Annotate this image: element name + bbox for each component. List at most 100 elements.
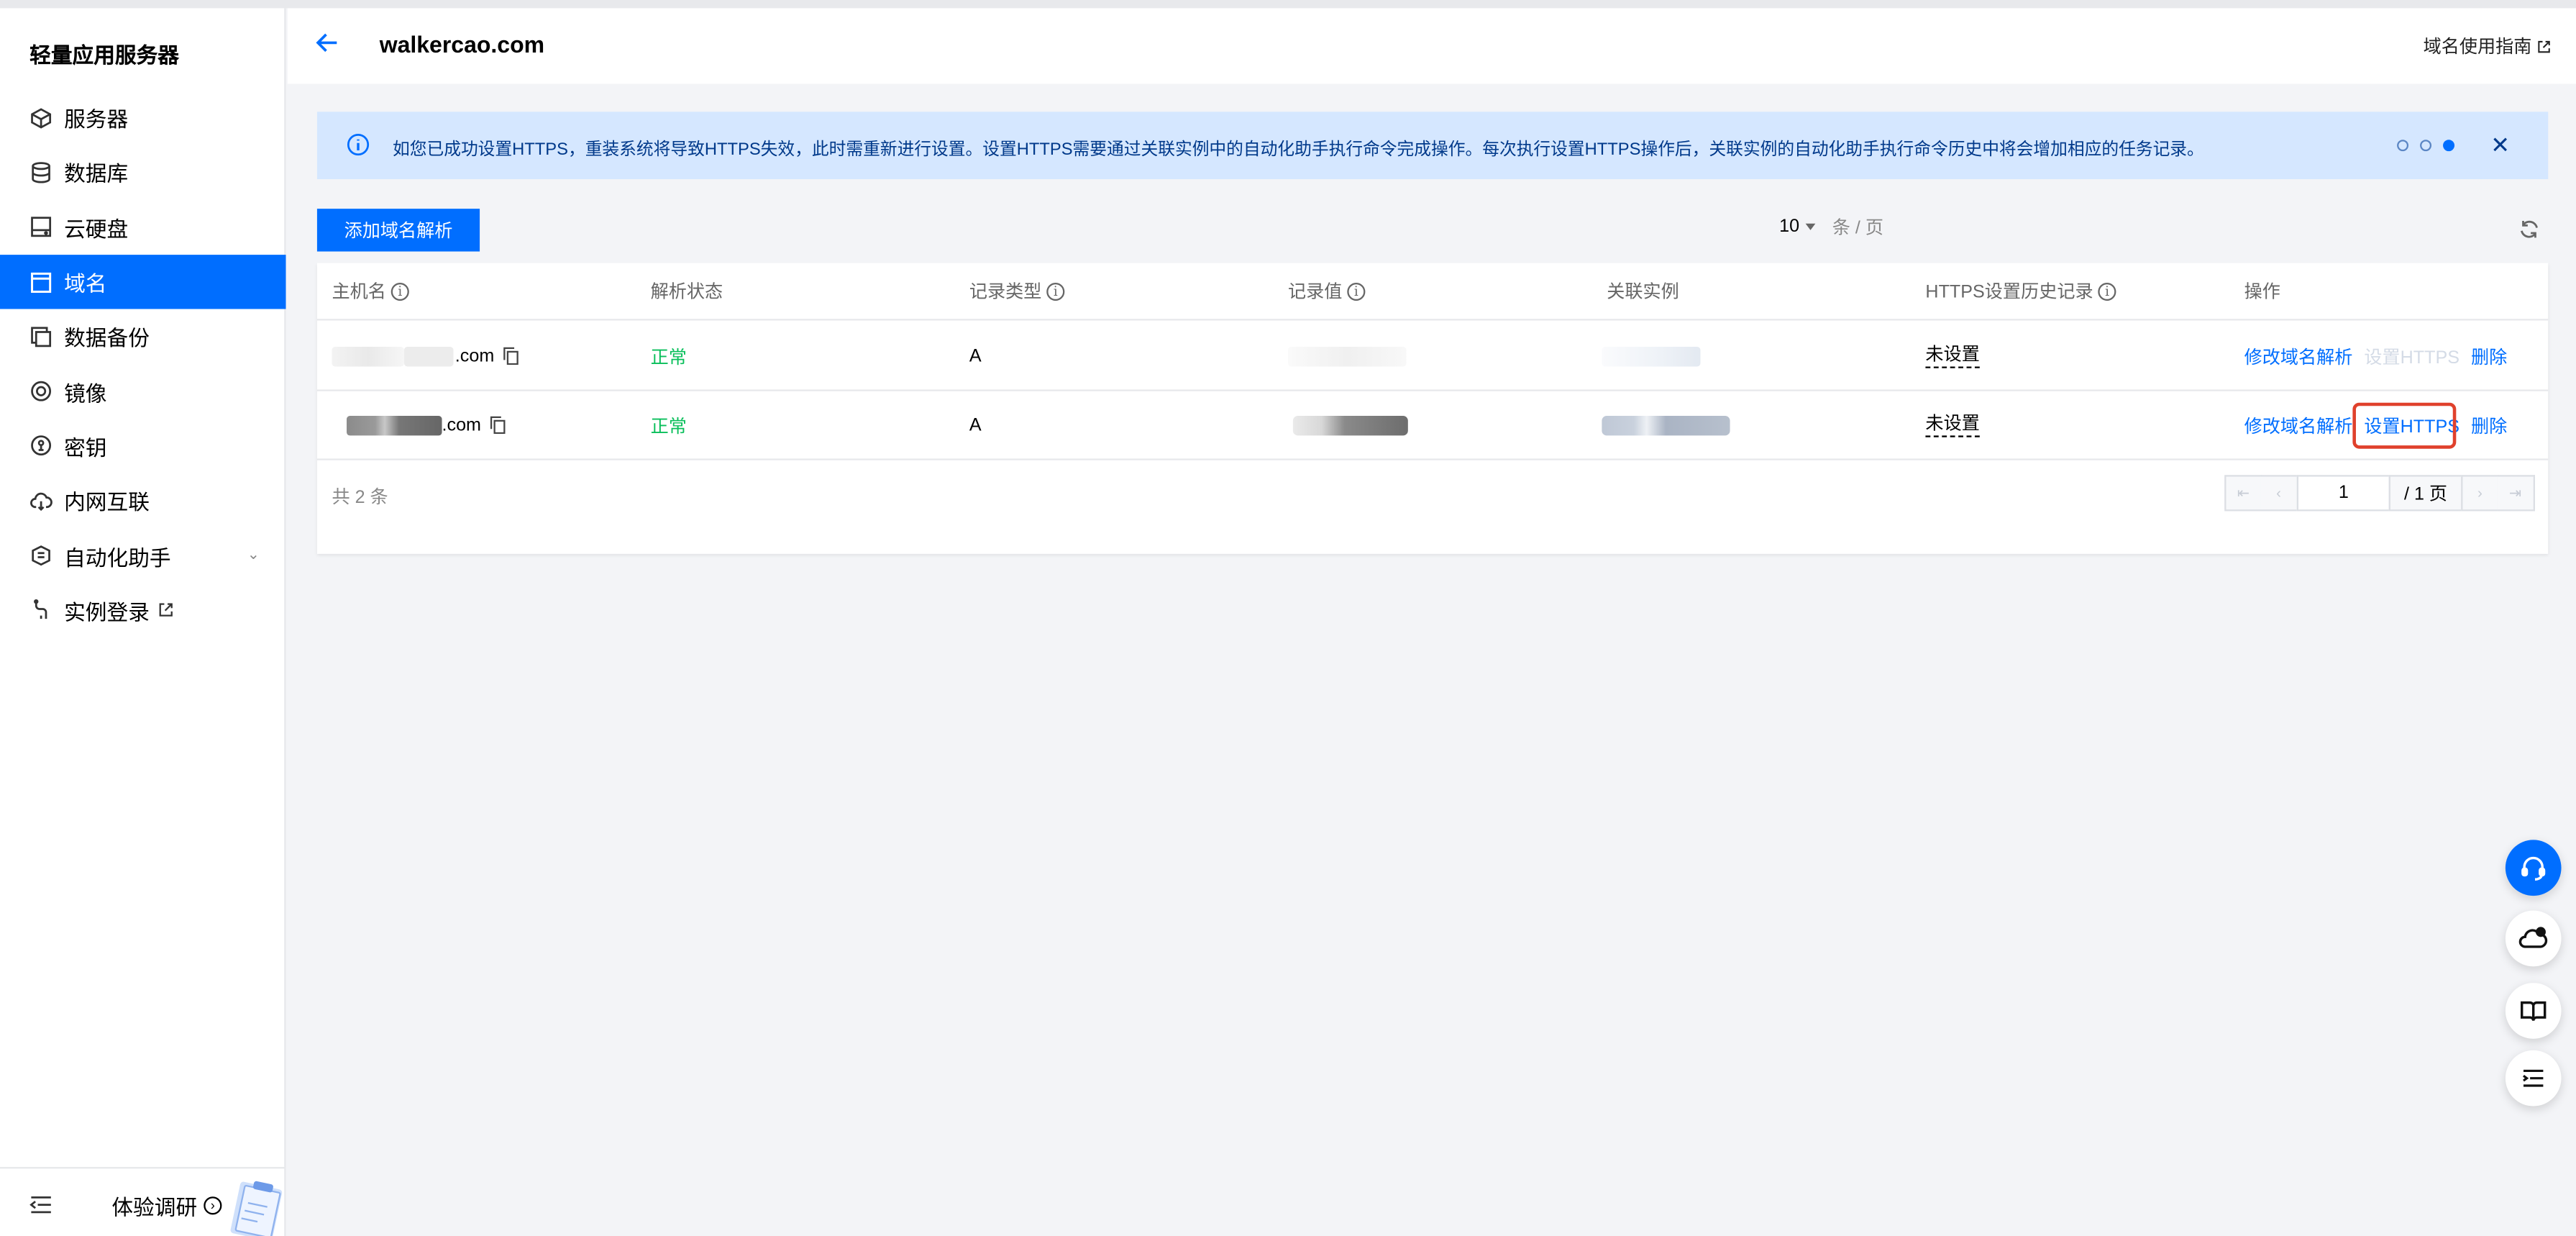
key-icon [29, 435, 52, 458]
cloud-notification-button[interactable] [2505, 910, 2562, 967]
sidebar-item-label: 镜像 [64, 381, 107, 406]
type-cell: A [969, 345, 982, 366]
alert-message: 如您已成功设置HTTPS，重装系统将导致HTTPS失效，此时需重新进行设置。设置… [392, 141, 2204, 160]
info-icon[interactable]: i [1046, 281, 1065, 300]
sidebar-item-automation[interactable]: 自动化助手 ⌄ [0, 528, 286, 583]
col-header-instance: 关联实例 [1607, 282, 1679, 303]
page-title: walkercao.com [379, 31, 545, 58]
external-link-icon [157, 602, 174, 619]
sidebar-item-label: 内网互联 [64, 490, 150, 515]
total-count: 共 2 条 [332, 488, 388, 508]
per-page-label: 条 / 页 [1832, 218, 1884, 239]
instance-cell [1602, 322, 1701, 390]
sidebar-item-instance-login[interactable]: 实例登录 [0, 583, 286, 637]
sidebar-nav: 服务器 数据库 云硬盘 域名 数据备份 镜像 密钥 内网互联 自动化助手 ⌄ 实… [0, 91, 286, 638]
sidebar-item-key[interactable]: 密钥 [0, 419, 286, 473]
sidebar-item-label: 服务器 [64, 106, 129, 132]
redacted-mask [1292, 414, 1408, 435]
cloud-bell-icon [2518, 927, 2548, 948]
sidebar-item-domain[interactable]: 域名 [0, 254, 286, 309]
page-size-select[interactable]: 10 [1779, 217, 1816, 237]
sidebar-item-backup[interactable]: 数据备份 [0, 309, 286, 364]
redacted-mask [1288, 345, 1407, 366]
value-cell [1288, 322, 1407, 390]
col-header-actions: 操作 [2244, 282, 2280, 303]
sidebar-item-image[interactable]: 镜像 [0, 364, 286, 419]
edit-dns-link[interactable]: 修改域名解析 [2244, 342, 2353, 369]
host-cell: .com [347, 391, 506, 459]
next-page-button[interactable]: › [2461, 475, 2499, 512]
external-link-icon [2538, 40, 2550, 53]
copy-icon[interactable] [489, 416, 506, 435]
clipboard-illustration [230, 1181, 283, 1236]
pagination: 10 条 / 页 [1779, 214, 1883, 240]
survey-link[interactable]: 体验调研 › [111, 1190, 222, 1221]
sidebar-item-label: 云硬盘 [64, 216, 129, 242]
book-icon [2520, 1001, 2547, 1021]
sidebar: 轻量应用服务器 服务器 数据库 云硬盘 域名 数据备份 镜像 密钥 内网互联 自… [0, 8, 286, 1236]
col-header-value: 记录值 i [1288, 263, 1366, 319]
domain-guide-link[interactable]: 域名使用指南 [2424, 33, 2552, 60]
terminal-icon [29, 599, 52, 622]
sidebar-item-label: 数据库 [64, 161, 129, 187]
info-icon[interactable]: i [1347, 281, 1366, 300]
delete-link[interactable]: 删除 [2471, 342, 2507, 369]
sidebar-item-label: 密钥 [64, 435, 107, 460]
alert-page-dot[interactable] [2420, 140, 2432, 152]
sidebar-item-server[interactable]: 服务器 [0, 91, 286, 145]
alert-page-dot-active[interactable] [2443, 140, 2455, 152]
top-border [0, 0, 2576, 9]
back-arrow-icon[interactable] [316, 31, 339, 62]
sidebar-item-label: 自动化助手 [64, 545, 171, 570]
cloud-link-icon [29, 489, 52, 512]
col-header-https-history: HTTPS设置历史记录 i [1925, 263, 2116, 319]
last-page-button[interactable]: ⇥ [2497, 475, 2535, 512]
https-history-cell[interactable]: 未设置 [1925, 391, 1980, 459]
collapse-sidebar-icon[interactable] [29, 1194, 52, 1223]
value-cell [1292, 391, 1408, 459]
customer-service-button[interactable] [2505, 840, 2562, 896]
actions-cell: 修改域名解析 设置HTTPS 删除 [2244, 322, 2508, 390]
redacted-mask [347, 414, 442, 435]
close-icon[interactable]: ✕ [2490, 132, 2510, 160]
sidebar-item-label: 实例登录 [64, 599, 150, 624]
prev-page-button[interactable]: ‹ [2260, 475, 2299, 512]
info-icon[interactable]: i [2098, 281, 2116, 300]
https-history-cell[interactable]: 未设置 [1925, 322, 1980, 390]
page-total-label: / 1 页 [2388, 475, 2463, 512]
docs-button[interactable] [2505, 983, 2562, 1039]
info-icon [347, 133, 370, 164]
col-header-type: 记录类型 i [969, 263, 1065, 319]
col-header-status: 解析状态 [650, 282, 723, 303]
caret-down-icon [1806, 223, 1816, 230]
type-cell: A [969, 414, 982, 435]
headset-icon [2521, 856, 2546, 881]
list-icon [2523, 1069, 2544, 1087]
add-dns-record-button[interactable]: 添加域名解析 [316, 209, 480, 252]
set-https-link-disabled: 设置HTTPS [2364, 347, 2460, 368]
info-icon[interactable]: i [390, 281, 409, 300]
sidebar-item-intranet[interactable]: 内网互联 [0, 473, 286, 528]
sidebar-item-cloud-disk[interactable]: 云硬盘 [0, 200, 286, 255]
database-icon [29, 161, 52, 184]
backup-icon [29, 325, 52, 348]
refresh-icon[interactable] [2518, 219, 2540, 248]
chevron-down-icon: ⌄ [247, 546, 260, 563]
highlight-box [2352, 402, 2457, 449]
status-cell: 正常 [650, 347, 687, 368]
alert-page-dot[interactable] [2397, 140, 2409, 152]
table-row: .com 正常 A 未设置 修改域名解析 设置HTTPS 删除 [316, 391, 2549, 460]
redacted-mask [403, 345, 454, 366]
status-cell: 正常 [650, 417, 687, 437]
edit-dns-link[interactable]: 修改域名解析 [2244, 412, 2353, 438]
page-number-input[interactable]: 1 [2296, 475, 2390, 512]
first-page-button[interactable]: ⇤ [2224, 475, 2262, 512]
menu-button[interactable] [2505, 1050, 2562, 1107]
copy-icon[interactable] [503, 347, 519, 365]
delete-link[interactable]: 删除 [2471, 412, 2507, 438]
table-footer: 共 2 条 [317, 460, 2548, 530]
sidebar-item-label: 域名 [64, 271, 107, 296]
table-row: .com 正常 A 未设置 修改域名解析 设置HTTPS 删除 [316, 322, 2549, 391]
sidebar-item-database[interactable]: 数据库 [0, 145, 286, 200]
sidebar-item-label: 数据备份 [64, 326, 150, 351]
